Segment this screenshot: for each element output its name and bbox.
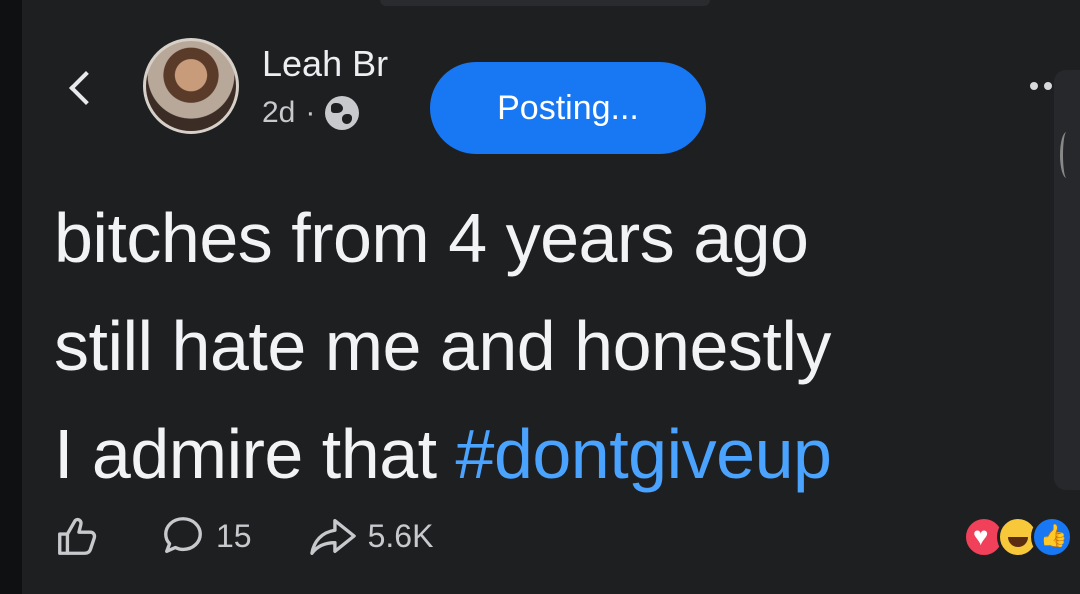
author-name[interactable]: Leah Br [262,44,388,84]
post-meta: 2d · [262,96,360,130]
post-text-segment: I admire that [54,415,456,493]
posting-toast: Posting... [430,62,706,154]
thumbs-up-icon[interactable] [54,513,100,559]
back-chevron-icon[interactable] [62,66,102,110]
comment-count: 15 [216,517,252,554]
comment-button[interactable]: 15 [160,513,252,559]
avatar[interactable] [143,38,239,134]
left-screen-edge [0,0,22,594]
meta-separator: · [305,96,316,129]
post-actions: 15 5.6K [54,508,433,564]
post-text-line: I admire that #dontgiveup [54,400,1064,508]
hashtag-link[interactable]: #dontgiveup [456,415,832,493]
post-timestamp[interactable]: 2d [262,96,295,130]
comment-bubble-icon [164,517,202,554]
top-notch-bar [380,0,710,6]
post-text-line: still hate me and honestly [54,307,831,385]
globe-icon[interactable] [325,96,360,130]
share-button[interactable]: 5.6K [308,513,434,559]
like-reaction-icon [1031,516,1073,558]
more-dots-icon[interactable] [1030,82,1054,94]
chevron-icon [1060,132,1073,178]
reaction-summary[interactable] [963,516,1080,560]
post-text-line: bitches from 4 years ago [54,199,809,277]
post-body: bitches from 4 years ago still hate me a… [54,184,1064,508]
share-count: 5.6K [367,517,434,554]
share-arrow-icon [309,518,356,555]
